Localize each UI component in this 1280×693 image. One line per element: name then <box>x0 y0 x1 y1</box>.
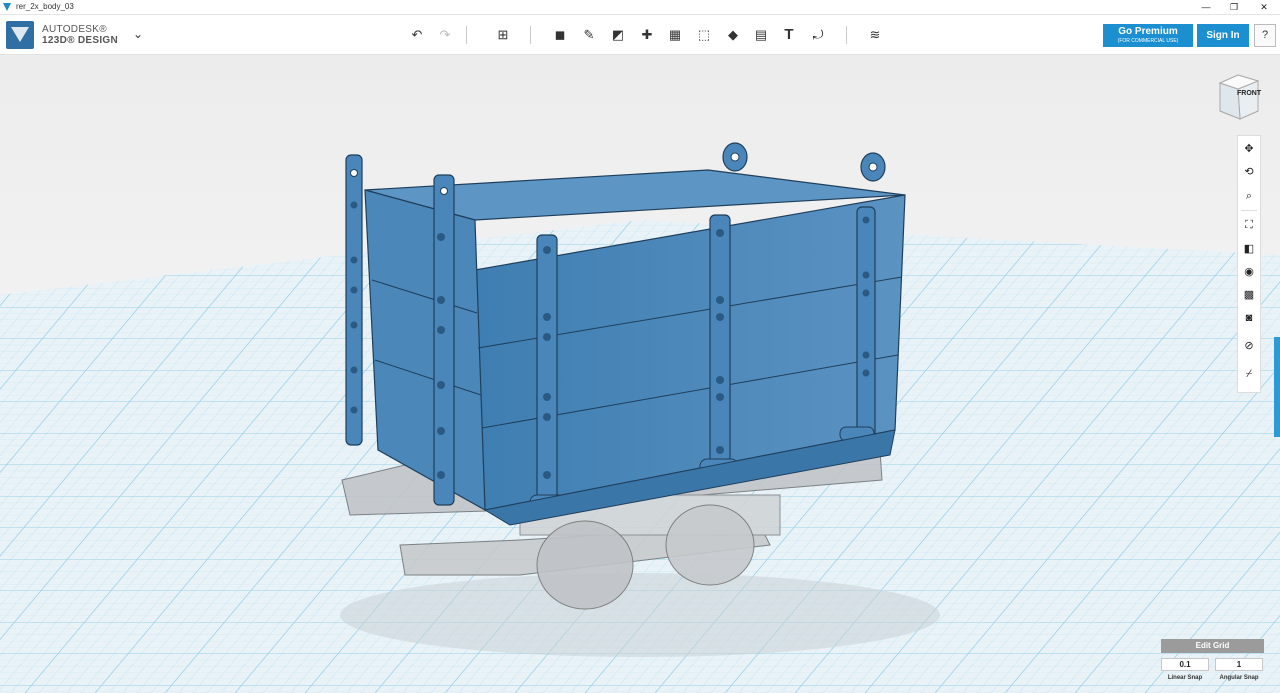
angular-snap-input[interactable]: 1 <box>1215 658 1263 671</box>
linear-snap-input[interactable]: 0.1 <box>1161 658 1209 671</box>
snap-button[interactable]: ⤾ <box>807 24 829 46</box>
maximize-button[interactable]: ❐ <box>1220 0 1248 15</box>
app-icon <box>3 3 11 11</box>
scene-canvas[interactable] <box>0 55 1280 693</box>
combine-button[interactable]: ◆ <box>722 24 744 46</box>
brand-line-2: 123D® DESIGN <box>42 35 118 46</box>
go-premium-button[interactable]: Go Premium (FOR COMMERCIAL USE) <box>1103 24 1193 47</box>
navigation-bar: ✥ ⟲ ⌕ ⛶ ◧ ◉ ▩ ◙ ⊘ ⌿ <box>1237 135 1261 393</box>
view-mode-icon[interactable]: ◧ <box>1238 239 1260 259</box>
toolbar-divider <box>846 26 847 44</box>
go-premium-sublabel: (FOR COMMERCIAL USE) <box>1117 38 1179 44</box>
navbar-divider <box>1241 210 1257 211</box>
window-title: rer_2x_body_03 <box>16 2 74 11</box>
close-button[interactable]: ✕ <box>1250 0 1278 15</box>
snap-toggle-icon[interactable]: ⌿ <box>1238 364 1260 384</box>
construct-button[interactable]: ◩ <box>607 24 629 46</box>
brand-line-1: AUTODESK® <box>42 24 107 35</box>
side-panel-handle[interactable] <box>1274 337 1280 437</box>
model-shadow <box>340 573 940 657</box>
view-cube-front-label: FRONT <box>1237 90 1262 97</box>
redo-button[interactable]: ↷ <box>434 24 456 46</box>
material-view-icon[interactable]: ▩ <box>1238 285 1260 305</box>
camera-icon[interactable]: ◙ <box>1238 308 1260 328</box>
primitives-button[interactable]: ◼ <box>549 24 571 46</box>
zoom-icon[interactable]: ⌕ <box>1238 186 1260 206</box>
text-tool-button[interactable]: T <box>778 24 800 46</box>
window-titlebar: rer_2x_body_03 — ❐ ✕ <box>0 0 1280 15</box>
toolbar-divider <box>530 26 531 44</box>
help-button[interactable]: ? <box>1254 24 1276 47</box>
view-cube[interactable]: FRONT <box>1216 71 1262 121</box>
transform-button[interactable]: ⊞ <box>492 24 514 46</box>
grouping-button[interactable]: ⬚ <box>693 24 715 46</box>
material-button[interactable]: ≋ <box>864 24 886 46</box>
angular-snap-label: Angular Snap <box>1219 675 1259 681</box>
minimize-button[interactable]: — <box>1192 0 1220 15</box>
sign-in-button[interactable]: Sign In <box>1197 24 1249 47</box>
measure-button[interactable]: ▤ <box>750 24 772 46</box>
toolbar-divider <box>466 26 467 44</box>
orbit-icon[interactable]: ⟲ <box>1238 162 1260 182</box>
pan-icon[interactable]: ✥ <box>1238 139 1260 159</box>
main-toolbar: AUTODESK® 123D® DESIGN ⌄ ↶ ↷ ⊞ ◼ ✎ ◩ ✚ ▦… <box>0 15 1280 55</box>
fit-icon[interactable]: ⛶ <box>1238 215 1260 235</box>
pattern-button[interactable]: ▦ <box>664 24 686 46</box>
linear-snap-label: Linear Snap <box>1167 675 1203 681</box>
modify-button[interactable]: ✚ <box>636 24 658 46</box>
sketch-button[interactable]: ✎ <box>578 24 600 46</box>
chevron-down-icon[interactable]: ⌄ <box>131 27 145 41</box>
3d-viewport[interactable]: FRONT ✥ ⟲ ⌕ ⛶ ◧ ◉ ▩ ◙ ⊘ ⌿ Edit Grid 0.1 … <box>0 55 1280 693</box>
app-logo-icon[interactable] <box>6 21 34 49</box>
edit-grid-button[interactable]: Edit Grid <box>1161 639 1264 653</box>
grid-toggle-icon[interactable]: ⊘ <box>1238 336 1260 356</box>
undo-button[interactable]: ↶ <box>406 24 428 46</box>
visibility-icon[interactable]: ◉ <box>1238 262 1260 282</box>
go-premium-label: Go Premium <box>1118 26 1178 37</box>
